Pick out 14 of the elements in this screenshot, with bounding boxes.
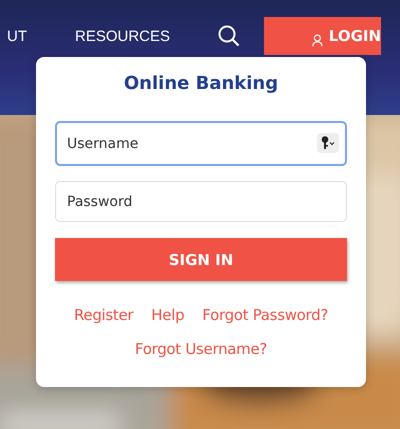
nav-link[interactable]: UT [7, 28, 27, 44]
link[interactable]: Forgot Username? [134, 340, 268, 358]
nav-link[interactable]: RESOURCES [75, 28, 170, 44]
login-button[interactable]: LOGIN [264, 17, 382, 55]
username-field[interactable]: Username [55, 121, 347, 166]
link[interactable]: Help [151, 306, 184, 324]
key-icon[interactable] [317, 133, 339, 153]
search-icon[interactable] [218, 25, 240, 47]
card-title: Online Banking [122, 73, 280, 96]
link[interactable]: Forgot Password? [202, 306, 328, 324]
user-icon [312, 32, 323, 48]
sign-in-button[interactable]: SIGN IN [55, 238, 347, 281]
link[interactable]: Register [74, 306, 134, 324]
password-field[interactable]: Password [55, 181, 347, 222]
